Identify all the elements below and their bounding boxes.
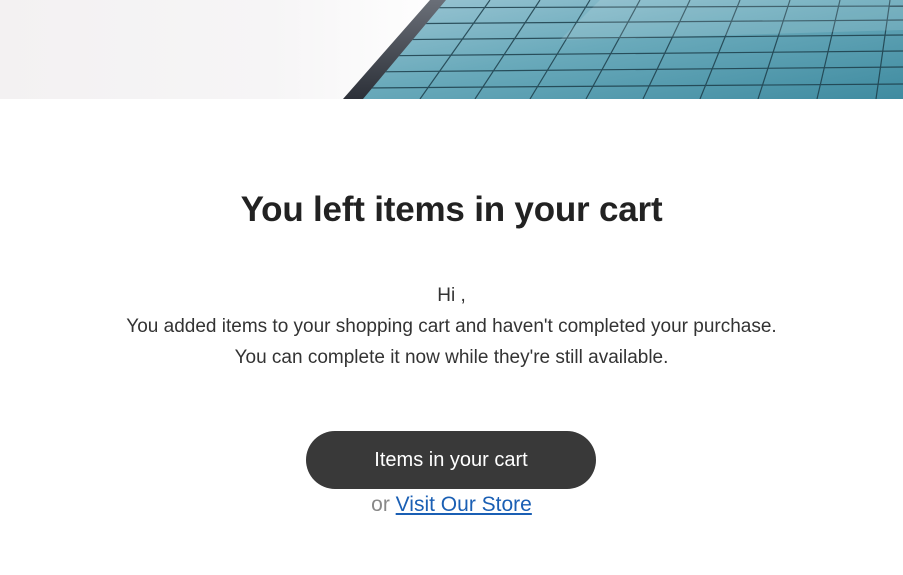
message-line-2: You can complete it now while they're st… (234, 347, 669, 368)
email-headline: You left items in your cart (240, 190, 663, 229)
glass-building-illustration (343, 0, 903, 99)
greeting-text: Hi , (437, 285, 466, 306)
items-in-cart-button[interactable]: Items in your cart (306, 431, 596, 489)
hero-banner-image (0, 0, 903, 99)
email-body: Hi , You added items to your shopping ca… (0, 280, 903, 373)
visit-store-link[interactable]: Visit Our Store (396, 493, 532, 516)
alt-link-row: or Visit Our Store (0, 490, 903, 520)
message-line-1: You added items to your shopping cart an… (126, 316, 777, 337)
alt-prefix-text: or (371, 493, 390, 516)
email-page: You left items in your cart Hi , You add… (0, 0, 903, 575)
